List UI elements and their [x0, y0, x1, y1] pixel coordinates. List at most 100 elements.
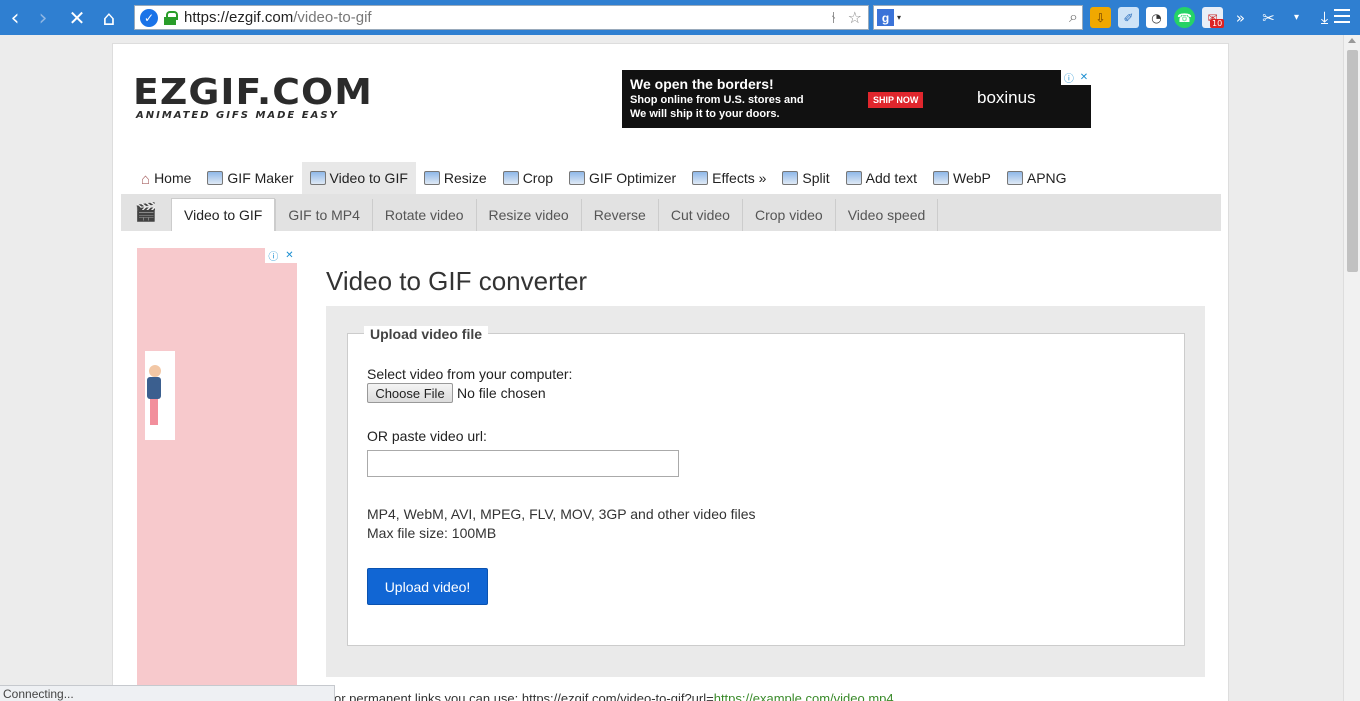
paperclip-icon[interactable]: ✐ — [1118, 7, 1139, 28]
scrollbar-thumb[interactable] — [1347, 50, 1358, 272]
main-nav: ⌂ Home GIF Maker Video to GIF Resize Crop… — [133, 162, 1075, 194]
whatsapp-icon[interactable]: ☎ — [1174, 7, 1195, 28]
downloads-icon[interactable]: ⤓ — [1314, 7, 1335, 28]
add-text-icon — [845, 171, 862, 185]
side-banner-ad[interactable]: ⓘ ✕ — [137, 248, 297, 701]
nav-label: Add text — [865, 170, 917, 186]
page-viewport: EZGIF.COM ANIMATED GIFS MADE EASY We ope… — [0, 35, 1343, 701]
clapperboard-icon: 🎬 — [134, 202, 158, 223]
scissors-icon[interactable]: ✂ — [1258, 7, 1279, 28]
gif-maker-icon — [207, 171, 224, 185]
page-container: EZGIF.COM ANIMATED GIFS MADE EASY We ope… — [112, 43, 1229, 701]
bookmark-star-icon[interactable]: ☆ — [848, 8, 862, 28]
nav-crop[interactable]: Crop — [495, 162, 561, 194]
nav-gif-maker[interactable]: GIF Maker — [199, 162, 301, 194]
upload-video-button[interactable]: Upload video! — [367, 568, 488, 605]
nav-label: APNG — [1026, 170, 1067, 186]
webp-icon — [933, 171, 949, 185]
nav-split[interactable]: Split — [774, 162, 837, 194]
choose-file-button[interactable]: Choose File — [367, 383, 453, 403]
nav-apng[interactable]: APNG — [999, 162, 1075, 194]
share-icon[interactable]: ⫮ — [832, 8, 836, 28]
ad-line-1: Shop online from U.S. stores and — [630, 94, 804, 106]
nav-video-to-gif[interactable]: Video to GIF — [301, 162, 416, 194]
nav-label: Effects » — [712, 170, 767, 186]
search-box[interactable]: g ▾ ⌕ — [873, 5, 1083, 30]
vertical-scrollbar[interactable] — [1343, 35, 1360, 701]
upload-fieldset: Upload video file Select video from your… — [347, 326, 1185, 646]
secure-check-icon: ✓ — [140, 8, 158, 27]
home-icon: ⌂ — [141, 171, 151, 188]
tab-cut-video[interactable]: Cut video — [657, 199, 742, 231]
upload-panel: Upload video file Select video from your… — [326, 306, 1205, 677]
url-text[interactable]: https://ezgif.com/video-to-gif — [184, 9, 372, 26]
optimizer-icon — [569, 171, 586, 185]
nav-label: GIF Maker — [227, 170, 294, 186]
timer-icon[interactable]: ◔ — [1146, 7, 1167, 28]
fieldset-legend: Upload video file — [364, 326, 489, 342]
effects-icon — [692, 171, 709, 185]
ad-cta-button[interactable]: SHIP NOW — [868, 92, 924, 108]
crop-icon — [502, 171, 519, 185]
permalink-hint: or permanent links you can use: https://… — [334, 691, 894, 701]
extension-badge: 10 — [1210, 19, 1225, 28]
site-logo[interactable]: EZGIF.COM ANIMATED GIFS MADE EASY — [133, 75, 372, 122]
supported-formats-text: MP4, WebM, AVI, MPEG, FLV, MOV, 3GP and … — [367, 506, 756, 522]
nav-label: Resize — [443, 170, 487, 186]
permalink-prefix: or permanent links you can use: https://… — [334, 691, 714, 701]
nav-label: Video to GIF — [329, 170, 408, 186]
nav-home[interactable]: ⌂ Home — [133, 162, 199, 194]
nav-label: Split — [802, 170, 830, 186]
lock-icon — [164, 10, 178, 25]
file-status-text: No file chosen — [457, 385, 546, 401]
video-url-label: OR paste video url: — [367, 428, 487, 444]
scroll-up-icon[interactable] — [1348, 38, 1356, 43]
address-bar[interactable]: ✓ https://ezgif.com/video-to-gif ⫮ ☆ — [134, 5, 869, 30]
sub-nav: 🎬 Video to GIF GIF to MP4 Rotate video R… — [121, 194, 1221, 231]
film-icon — [309, 171, 326, 185]
tab-crop-video[interactable]: Crop video — [741, 199, 835, 231]
resize-icon — [423, 171, 440, 185]
adchoices-icon[interactable]: ⓘ ✕ — [1061, 70, 1091, 85]
nav-effects[interactable]: Effects » — [684, 162, 774, 194]
tab-video-to-gif[interactable]: Video to GIF — [171, 198, 276, 231]
apng-icon — [1006, 171, 1023, 185]
browser-menu-icon[interactable] — [1334, 9, 1350, 23]
video-url-input[interactable] — [367, 450, 679, 477]
nav-label: Home — [154, 170, 192, 186]
ad-headline: We open the borders! — [630, 76, 774, 92]
nav-webp[interactable]: WebP — [925, 162, 999, 194]
page-title: Video to GIF converter — [326, 266, 588, 296]
tab-resize-video[interactable]: Resize video — [475, 199, 581, 231]
tab-reverse[interactable]: Reverse — [580, 199, 658, 231]
status-bar: Connecting... — [0, 685, 335, 701]
browser-toolbar: ‹ › ✕ ⌂ ✓ https://ezgif.com/video-to-gif… — [0, 0, 1360, 35]
max-file-size-text: Max file size: 100MB — [367, 525, 497, 541]
google-search-icon[interactable]: g — [877, 9, 894, 26]
ad-illustration — [145, 351, 175, 440]
logo-wordmark: EZGIF.COM — [133, 72, 373, 113]
tab-rotate-video[interactable]: Rotate video — [371, 199, 476, 231]
ad-line-2: We will ship it to your doors. — [630, 108, 780, 120]
nav-add-text[interactable]: Add text — [838, 162, 925, 194]
more-extensions-icon[interactable]: » — [1230, 7, 1251, 28]
forward-icon[interactable]: › — [28, 3, 58, 33]
back-icon[interactable]: ‹ — [0, 3, 30, 33]
stop-loading-icon[interactable]: ✕ — [62, 3, 92, 33]
nav-label: GIF Optimizer — [589, 170, 677, 186]
permalink-example: https://example.com/video.mp4 — [713, 691, 894, 701]
nav-label: WebP — [953, 170, 991, 186]
adchoices-icon[interactable]: ⓘ ✕ — [265, 248, 297, 263]
home-icon[interactable]: ⌂ — [94, 3, 124, 33]
search-icon[interactable]: ⌕ — [1069, 7, 1078, 27]
top-banner-ad[interactable]: We open the borders! Shop online from U.… — [622, 70, 1091, 128]
nav-resize[interactable]: Resize — [416, 162, 495, 194]
download-helper-icon[interactable]: ⇩ — [1090, 7, 1111, 28]
tab-video-speed[interactable]: Video speed — [834, 199, 939, 231]
nav-label: Crop — [522, 170, 554, 186]
tab-gif-to-mp4[interactable]: GIF to MP4 — [275, 199, 372, 231]
nav-gif-optimizer[interactable]: GIF Optimizer — [561, 162, 684, 194]
split-icon — [782, 171, 799, 185]
scissors-dropdown-icon[interactable]: ▾ — [1286, 7, 1307, 28]
search-engine-dropdown-icon[interactable]: ▾ — [897, 13, 901, 22]
